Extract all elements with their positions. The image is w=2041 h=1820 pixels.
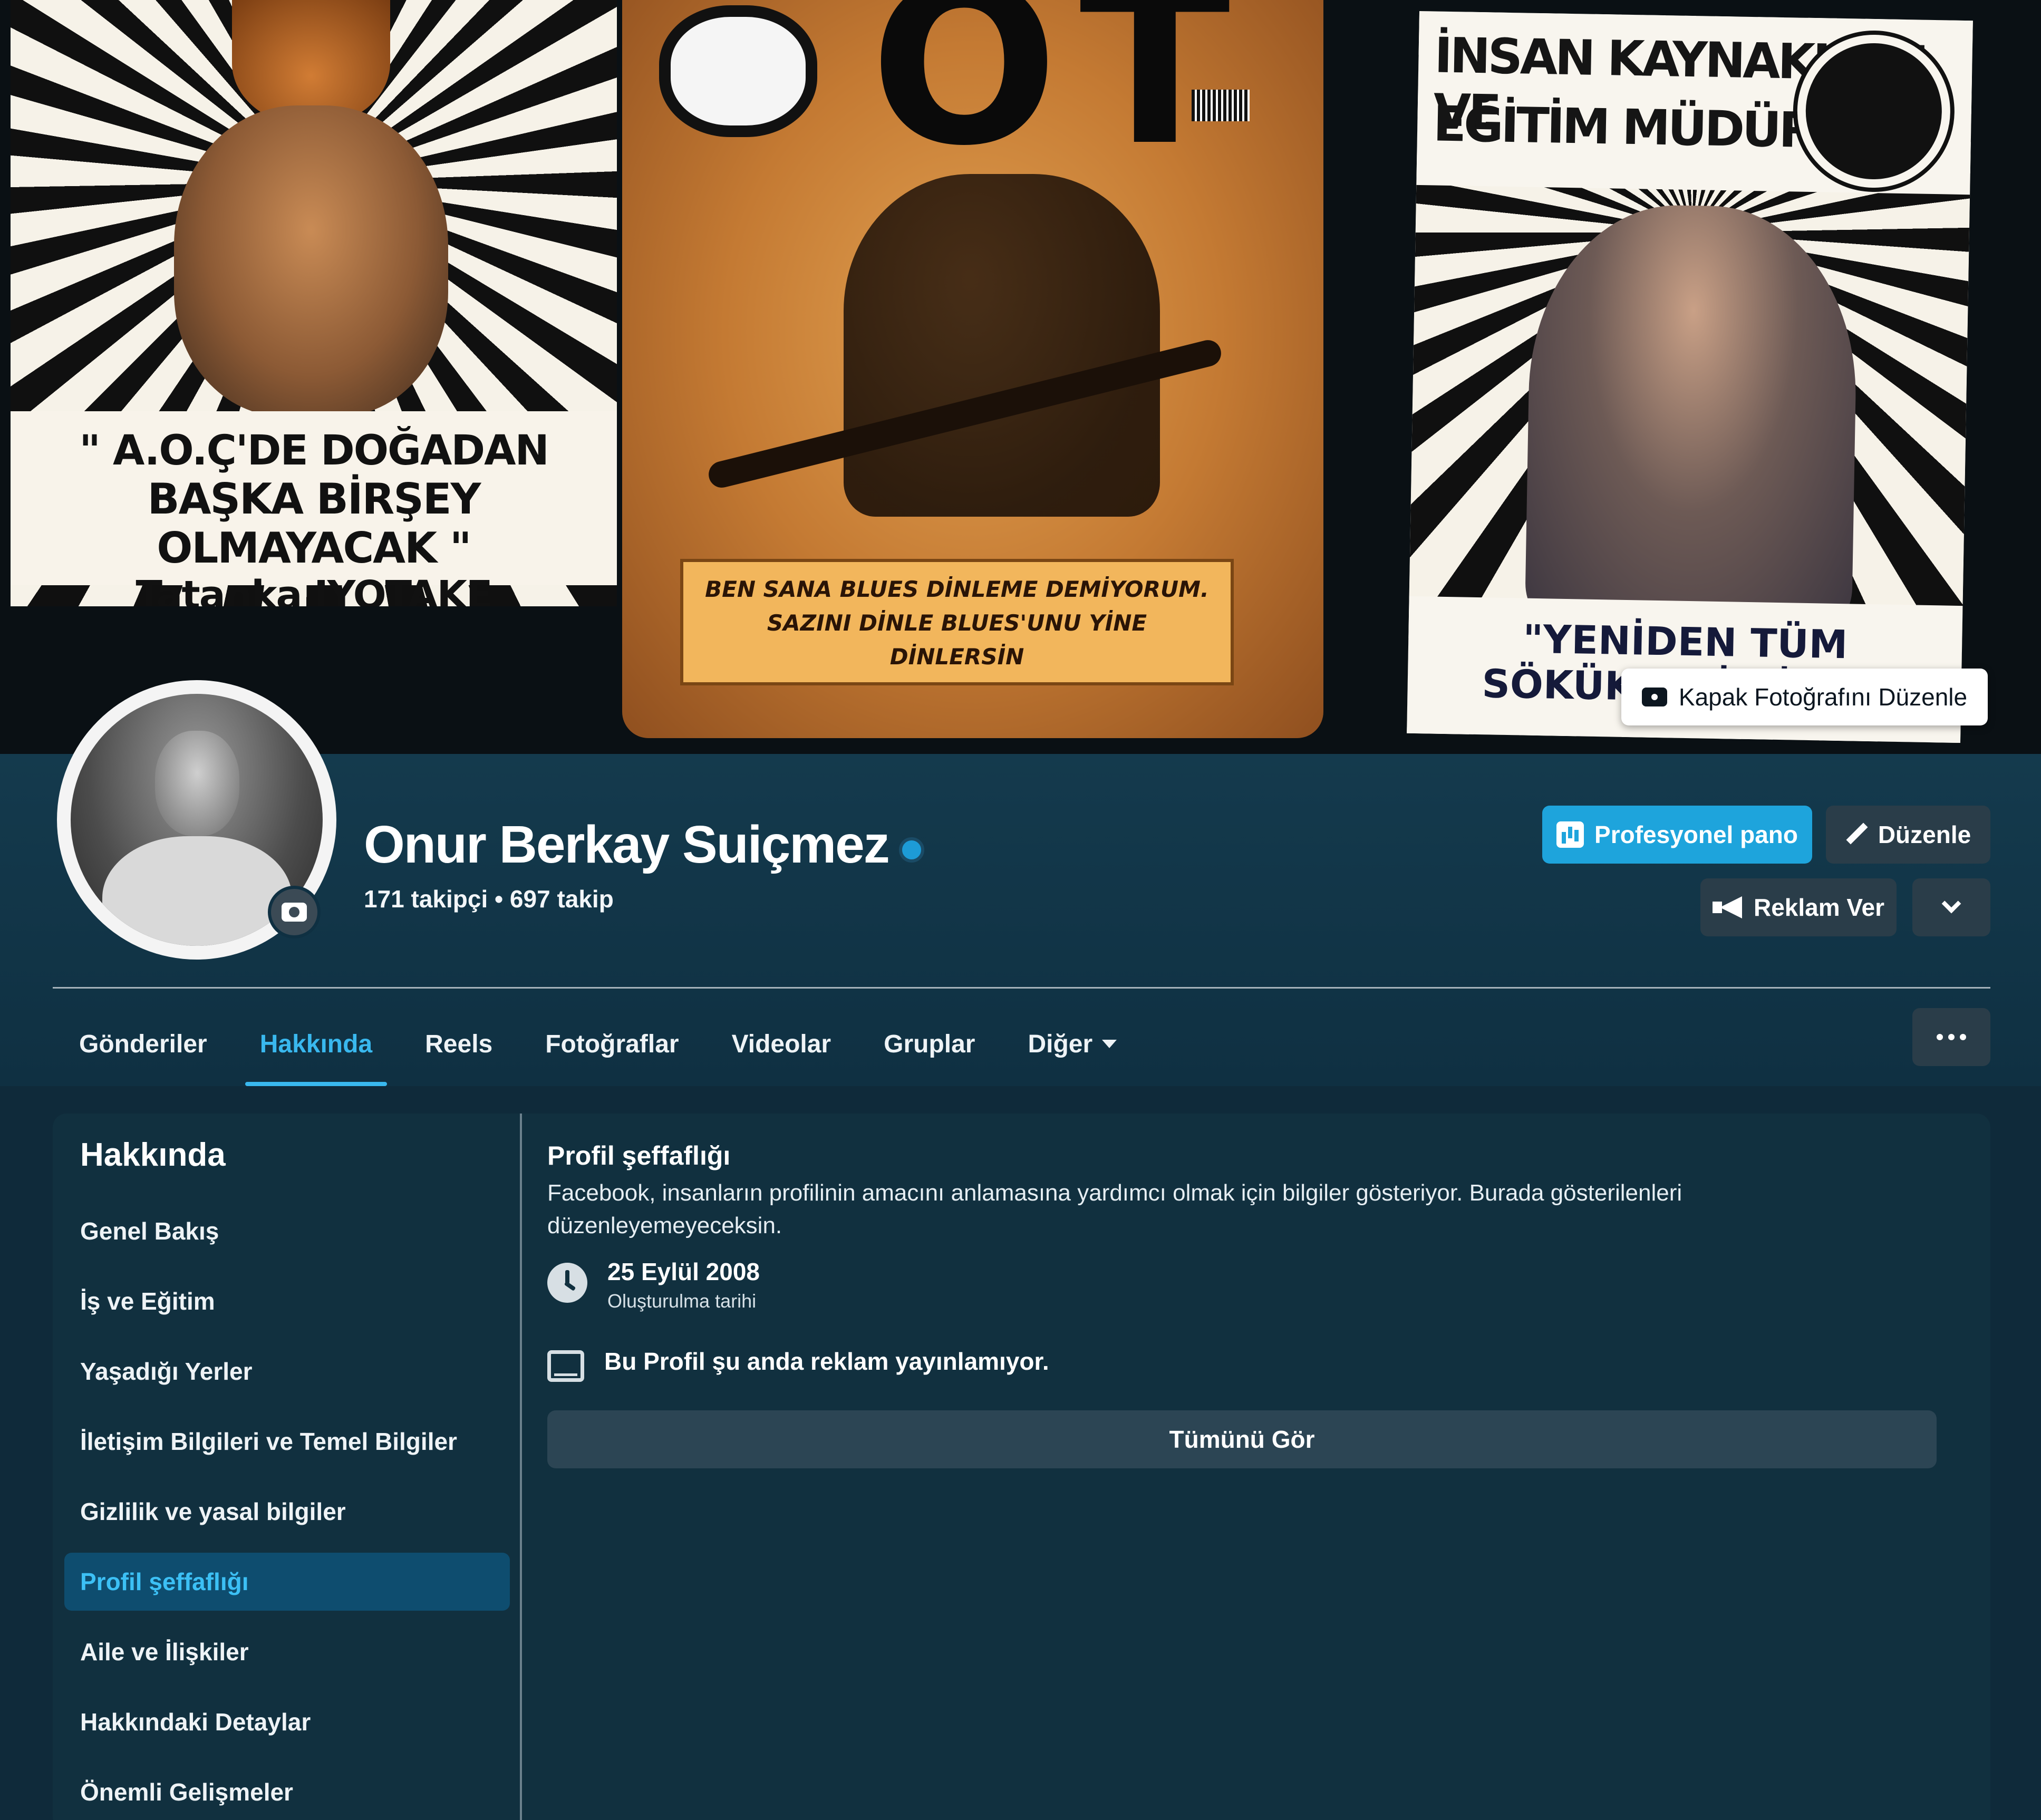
about-item-overview[interactable]: Genel Bakış <box>64 1202 510 1260</box>
tab-groups[interactable]: Gruplar <box>857 1002 1001 1086</box>
camera-icon <box>1641 688 1667 706</box>
about-item-privacy-legal[interactable]: Gizlilik ve yasal bilgiler <box>64 1483 510 1541</box>
camera-icon <box>282 903 307 922</box>
ads-status: Bu Profil şu anda reklam yayınlamıyor. <box>604 1348 1049 1375</box>
more-horizontal-icon <box>1937 1034 1943 1040</box>
cow-logo <box>659 5 817 137</box>
section-description: Facebook, insanların profilinin amacını … <box>547 1180 1682 1238</box>
about-item-places-lived[interactable]: Yaşadığı Yerler <box>64 1342 510 1400</box>
poster-plate: BEN SANA BLUES DİNLEME DEMİYORUM. SAZINI… <box>680 559 1234 685</box>
cover-poster-right: İNSAN KAYNAKLARI VE EĞİTİM MÜDÜRLÜĞÜ "YE… <box>1407 11 1973 743</box>
professional-dashboard-button[interactable]: Profesyonel pano <box>1542 806 1812 864</box>
ads-status-row: Bu Profil şu anda reklam yayınlamıyor. <box>547 1347 1049 1382</box>
profile-tabs: Gönderiler Hakkında Reels Fotoğraflar Vi… <box>53 1002 1143 1086</box>
tab-reels[interactable]: Reels <box>399 1002 519 1086</box>
tab-posts[interactable]: Gönderiler <box>53 1002 234 1086</box>
tab-videos[interactable]: Videolar <box>705 1002 858 1086</box>
about-item-work-education[interactable]: İş ve Eğitim <box>64 1272 510 1330</box>
edit-profile-button[interactable]: Düzenle <box>1826 806 1990 864</box>
see-all-button[interactable]: Tümünü Gör <box>547 1410 1937 1468</box>
about-item-details[interactable]: Hakkındaki Detaylar <box>64 1693 510 1751</box>
about-item-profile-transparency[interactable]: Profil şeffaflığı <box>64 1553 510 1611</box>
edit-cover-photo-button[interactable]: Kapak Fotoğrafını Düzenle <box>1621 669 1988 725</box>
tab-about[interactable]: Hakkında <box>234 1002 399 1086</box>
update-profile-picture-button[interactable] <box>268 886 321 938</box>
clock-icon <box>547 1263 587 1303</box>
about-item-life-events[interactable]: Önemli Gelişmeler <box>64 1763 510 1820</box>
created-date: 25 Eylül 2008 <box>607 1258 760 1285</box>
chevron-down-icon <box>1941 894 1961 914</box>
advertise-button[interactable]: Reklam Ver <box>1700 878 1897 936</box>
more-actions-button[interactable] <box>1912 878 1990 936</box>
tab-more[interactable]: Diğer <box>1001 1002 1143 1086</box>
section-title: Profil şeffaflığı <box>547 1141 731 1170</box>
created-date-row: 25 Eylül 2008 Oluşturulma tarihi <box>547 1257 760 1312</box>
created-date-label: Oluşturulma tarihi <box>607 1290 757 1312</box>
follower-stats[interactable]: 171 takipçi • 697 takip <box>364 885 614 913</box>
about-item-family-relationships[interactable]: Aile ve İlişkiler <box>64 1623 510 1681</box>
cover-poster-left: " A.O.Ç'DE DOĞADAN BAŞKA BİRŞEY OLMAYACA… <box>11 0 617 606</box>
profile-name: Onur Berkay Suiçmez <box>364 815 890 874</box>
pencil-icon <box>1845 824 1868 846</box>
header-divider <box>53 987 1990 989</box>
cover-photo: " A.O.Ç'DE DOĞADAN BAŞKA BİRŞEY OLMAYACA… <box>0 0 2041 754</box>
dashboard-icon <box>1556 821 1584 848</box>
about-divider <box>520 1114 522 1820</box>
about-title: Hakkında <box>80 1137 226 1173</box>
more-options-button[interactable] <box>1912 1008 1990 1066</box>
verified-badge-icon <box>899 837 924 863</box>
megaphone-icon <box>1712 896 1743 918</box>
about-item-contact-basic-info[interactable]: İletişim Bilgileri ve Temel Bilgiler <box>64 1412 510 1470</box>
caret-down-icon <box>1102 1040 1117 1048</box>
cover-poster-center: OT BEN SANA BLUES DİNLEME DEMİYORUM. SAZ… <box>622 0 1323 738</box>
tablet-icon <box>547 1350 584 1382</box>
tab-photos[interactable]: Fotoğraflar <box>519 1002 705 1086</box>
poster-caption: " A.O.Ç'DE DOĞADAN BAŞKA BİRŞEY OLMAYACA… <box>11 411 617 606</box>
